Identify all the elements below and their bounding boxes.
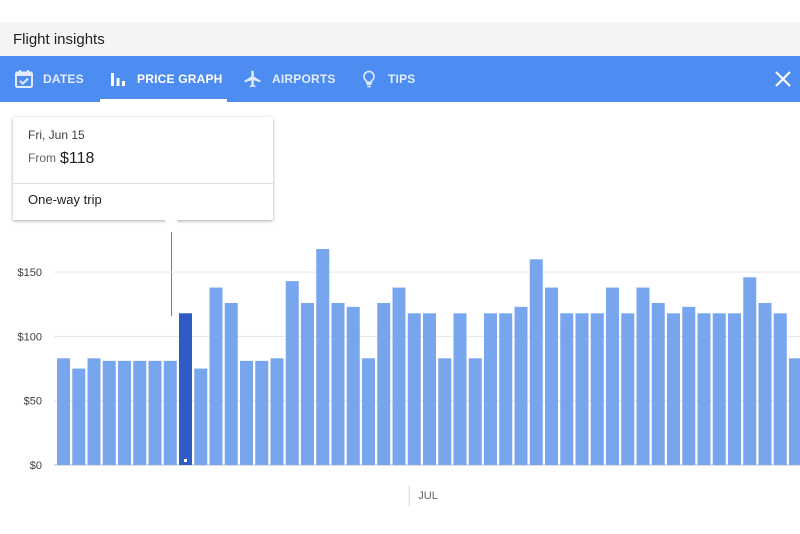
price-bar[interactable]	[575, 313, 589, 465]
tab-dates[interactable]: DATES	[14, 56, 84, 102]
price-bar[interactable]	[590, 313, 604, 465]
price-bar[interactable]	[438, 358, 452, 465]
price-bar[interactable]	[712, 313, 726, 465]
price-bar[interactable]	[316, 249, 330, 465]
tooltip-price: $118	[60, 150, 95, 167]
price-bar[interactable]	[545, 287, 558, 465]
price-bar[interactable]	[667, 313, 680, 465]
tooltip-from-label: From	[28, 151, 56, 165]
tab-tips-label: TIPS	[388, 72, 416, 86]
price-bar[interactable]	[423, 313, 436, 465]
tooltip-divider	[13, 183, 273, 184]
tooltip-trip-type: One-way trip	[28, 192, 102, 207]
price-bar[interactable]	[529, 259, 543, 465]
price-bar[interactable]	[255, 360, 269, 465]
price-bar[interactable]	[72, 368, 86, 465]
window-title: Flight insights	[13, 31, 105, 48]
price-bar[interactable]	[453, 313, 467, 465]
price-bar[interactable]	[743, 277, 757, 465]
insights-toolbar: DATES PRICE GRAPH AIRPORTS TIPS	[0, 56, 800, 102]
price-bar[interactable]	[728, 313, 741, 465]
price-bar[interactable]	[499, 313, 513, 465]
price-bar[interactable]	[621, 313, 635, 465]
tab-dates-label: DATES	[43, 72, 84, 86]
tooltip-date: Fri, Jun 15	[28, 128, 85, 142]
price-bar[interactable]	[102, 360, 116, 465]
price-bar[interactable]	[362, 358, 375, 465]
tab-airports[interactable]: AIRPORTS	[243, 56, 336, 102]
close-icon	[775, 71, 791, 87]
lightbulb-icon	[359, 69, 379, 89]
price-bar[interactable]	[194, 368, 208, 465]
y-tick-label: $100	[18, 331, 42, 343]
close-button[interactable]	[772, 68, 794, 90]
price-bar[interactable]	[163, 360, 177, 465]
price-bar[interactable]	[377, 303, 391, 465]
selected-bar-marker	[184, 459, 187, 462]
price-bar[interactable]	[270, 358, 284, 465]
price-bar[interactable]	[118, 360, 131, 465]
price-bar[interactable]	[560, 313, 574, 465]
price-bar[interactable]	[133, 360, 147, 465]
price-bar[interactable]	[87, 358, 101, 465]
x-month-label: JUL	[418, 490, 438, 502]
bar-chart-icon	[108, 69, 128, 89]
price-bar[interactable]	[789, 358, 800, 465]
price-bar[interactable]	[57, 358, 70, 465]
window-title-bar: Flight insights	[0, 22, 800, 56]
y-tick-label: $150	[18, 267, 42, 279]
tab-price-graph[interactable]: PRICE GRAPH	[108, 56, 223, 102]
y-tick-label: $50	[24, 396, 42, 408]
price-bar[interactable]	[285, 281, 299, 465]
price-bar[interactable]	[758, 303, 772, 465]
price-bar[interactable]	[514, 306, 528, 465]
price-bar[interactable]	[682, 306, 696, 465]
price-bar[interactable]	[392, 287, 406, 465]
price-bar-selected[interactable]	[179, 313, 192, 465]
price-tooltip: Fri, Jun 15 From $118 One-way trip	[13, 117, 273, 220]
price-bar[interactable]	[224, 303, 238, 465]
airplane-icon	[243, 69, 263, 89]
price-bar[interactable]	[636, 287, 650, 465]
price-bar[interactable]	[773, 313, 787, 465]
tab-tips[interactable]: TIPS	[359, 56, 415, 102]
price-bar[interactable]	[209, 287, 223, 465]
price-bar[interactable]	[407, 313, 421, 465]
active-tab-indicator	[100, 99, 227, 102]
calendar-check-icon	[14, 69, 34, 89]
price-bar[interactable]	[240, 360, 253, 465]
y-tick-label: $0	[30, 460, 42, 472]
price-bar[interactable]	[484, 313, 497, 465]
price-bar[interactable]	[606, 287, 619, 465]
price-bar[interactable]	[301, 303, 314, 465]
price-bar[interactable]	[148, 360, 162, 465]
price-graph-chart[interactable]: $0 $50 $100 $150 JUL	[0, 230, 800, 520]
price-bar[interactable]	[697, 313, 711, 465]
price-bar[interactable]	[651, 303, 665, 465]
price-bar[interactable]	[346, 306, 360, 465]
tab-airports-label: AIRPORTS	[272, 72, 336, 86]
price-bar[interactable]	[468, 358, 482, 465]
tab-price-graph-label: PRICE GRAPH	[137, 72, 223, 86]
price-bar[interactable]	[331, 303, 345, 465]
